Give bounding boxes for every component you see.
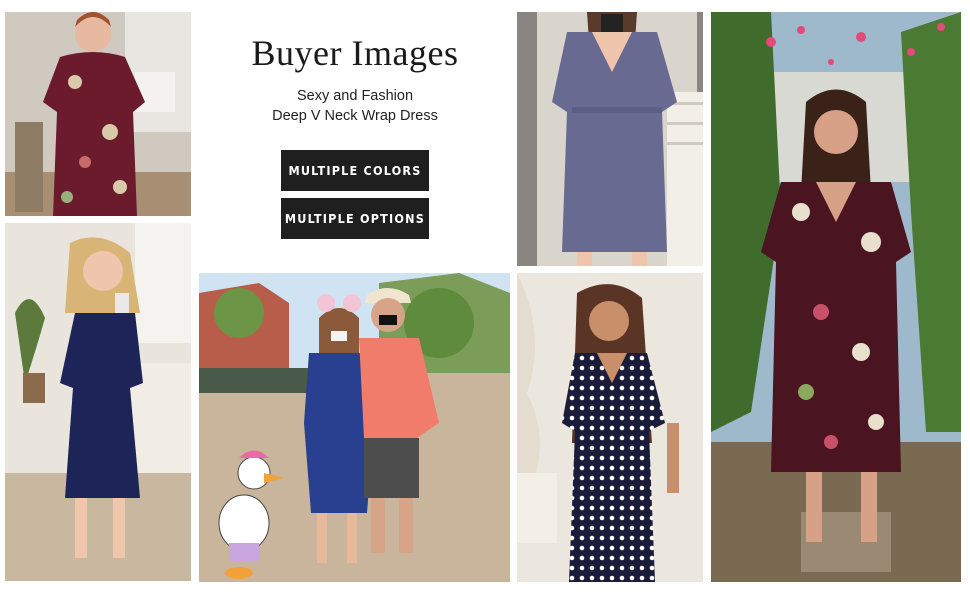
photo-burgundy-floral-indoor: [5, 12, 191, 216]
page-title: Buyer Images: [251, 33, 459, 73]
photo-polka-dot-dress: [517, 273, 703, 582]
multiple-colors-button[interactable]: MULTIPLE COLORS: [281, 150, 429, 191]
photo-burgundy-floral-garden: [711, 12, 961, 582]
subtitle: Sexy and Fashion Deep V Neck Wrap Dress: [200, 86, 510, 126]
subtitle-line-2: Deep V Neck Wrap Dress: [272, 108, 438, 124]
title-block: Buyer Images Sexy and Fashion Deep V Nec…: [200, 28, 510, 126]
photo-theme-park-couple: [199, 273, 510, 582]
subtitle-line-1: Sexy and Fashion: [296, 88, 414, 104]
multiple-options-button[interactable]: MULTIPLE OPTIONS: [281, 198, 429, 239]
photo-navy-dress-mirror-selfie: [5, 223, 191, 581]
photo-lavender-dress-mirror: [517, 12, 703, 266]
